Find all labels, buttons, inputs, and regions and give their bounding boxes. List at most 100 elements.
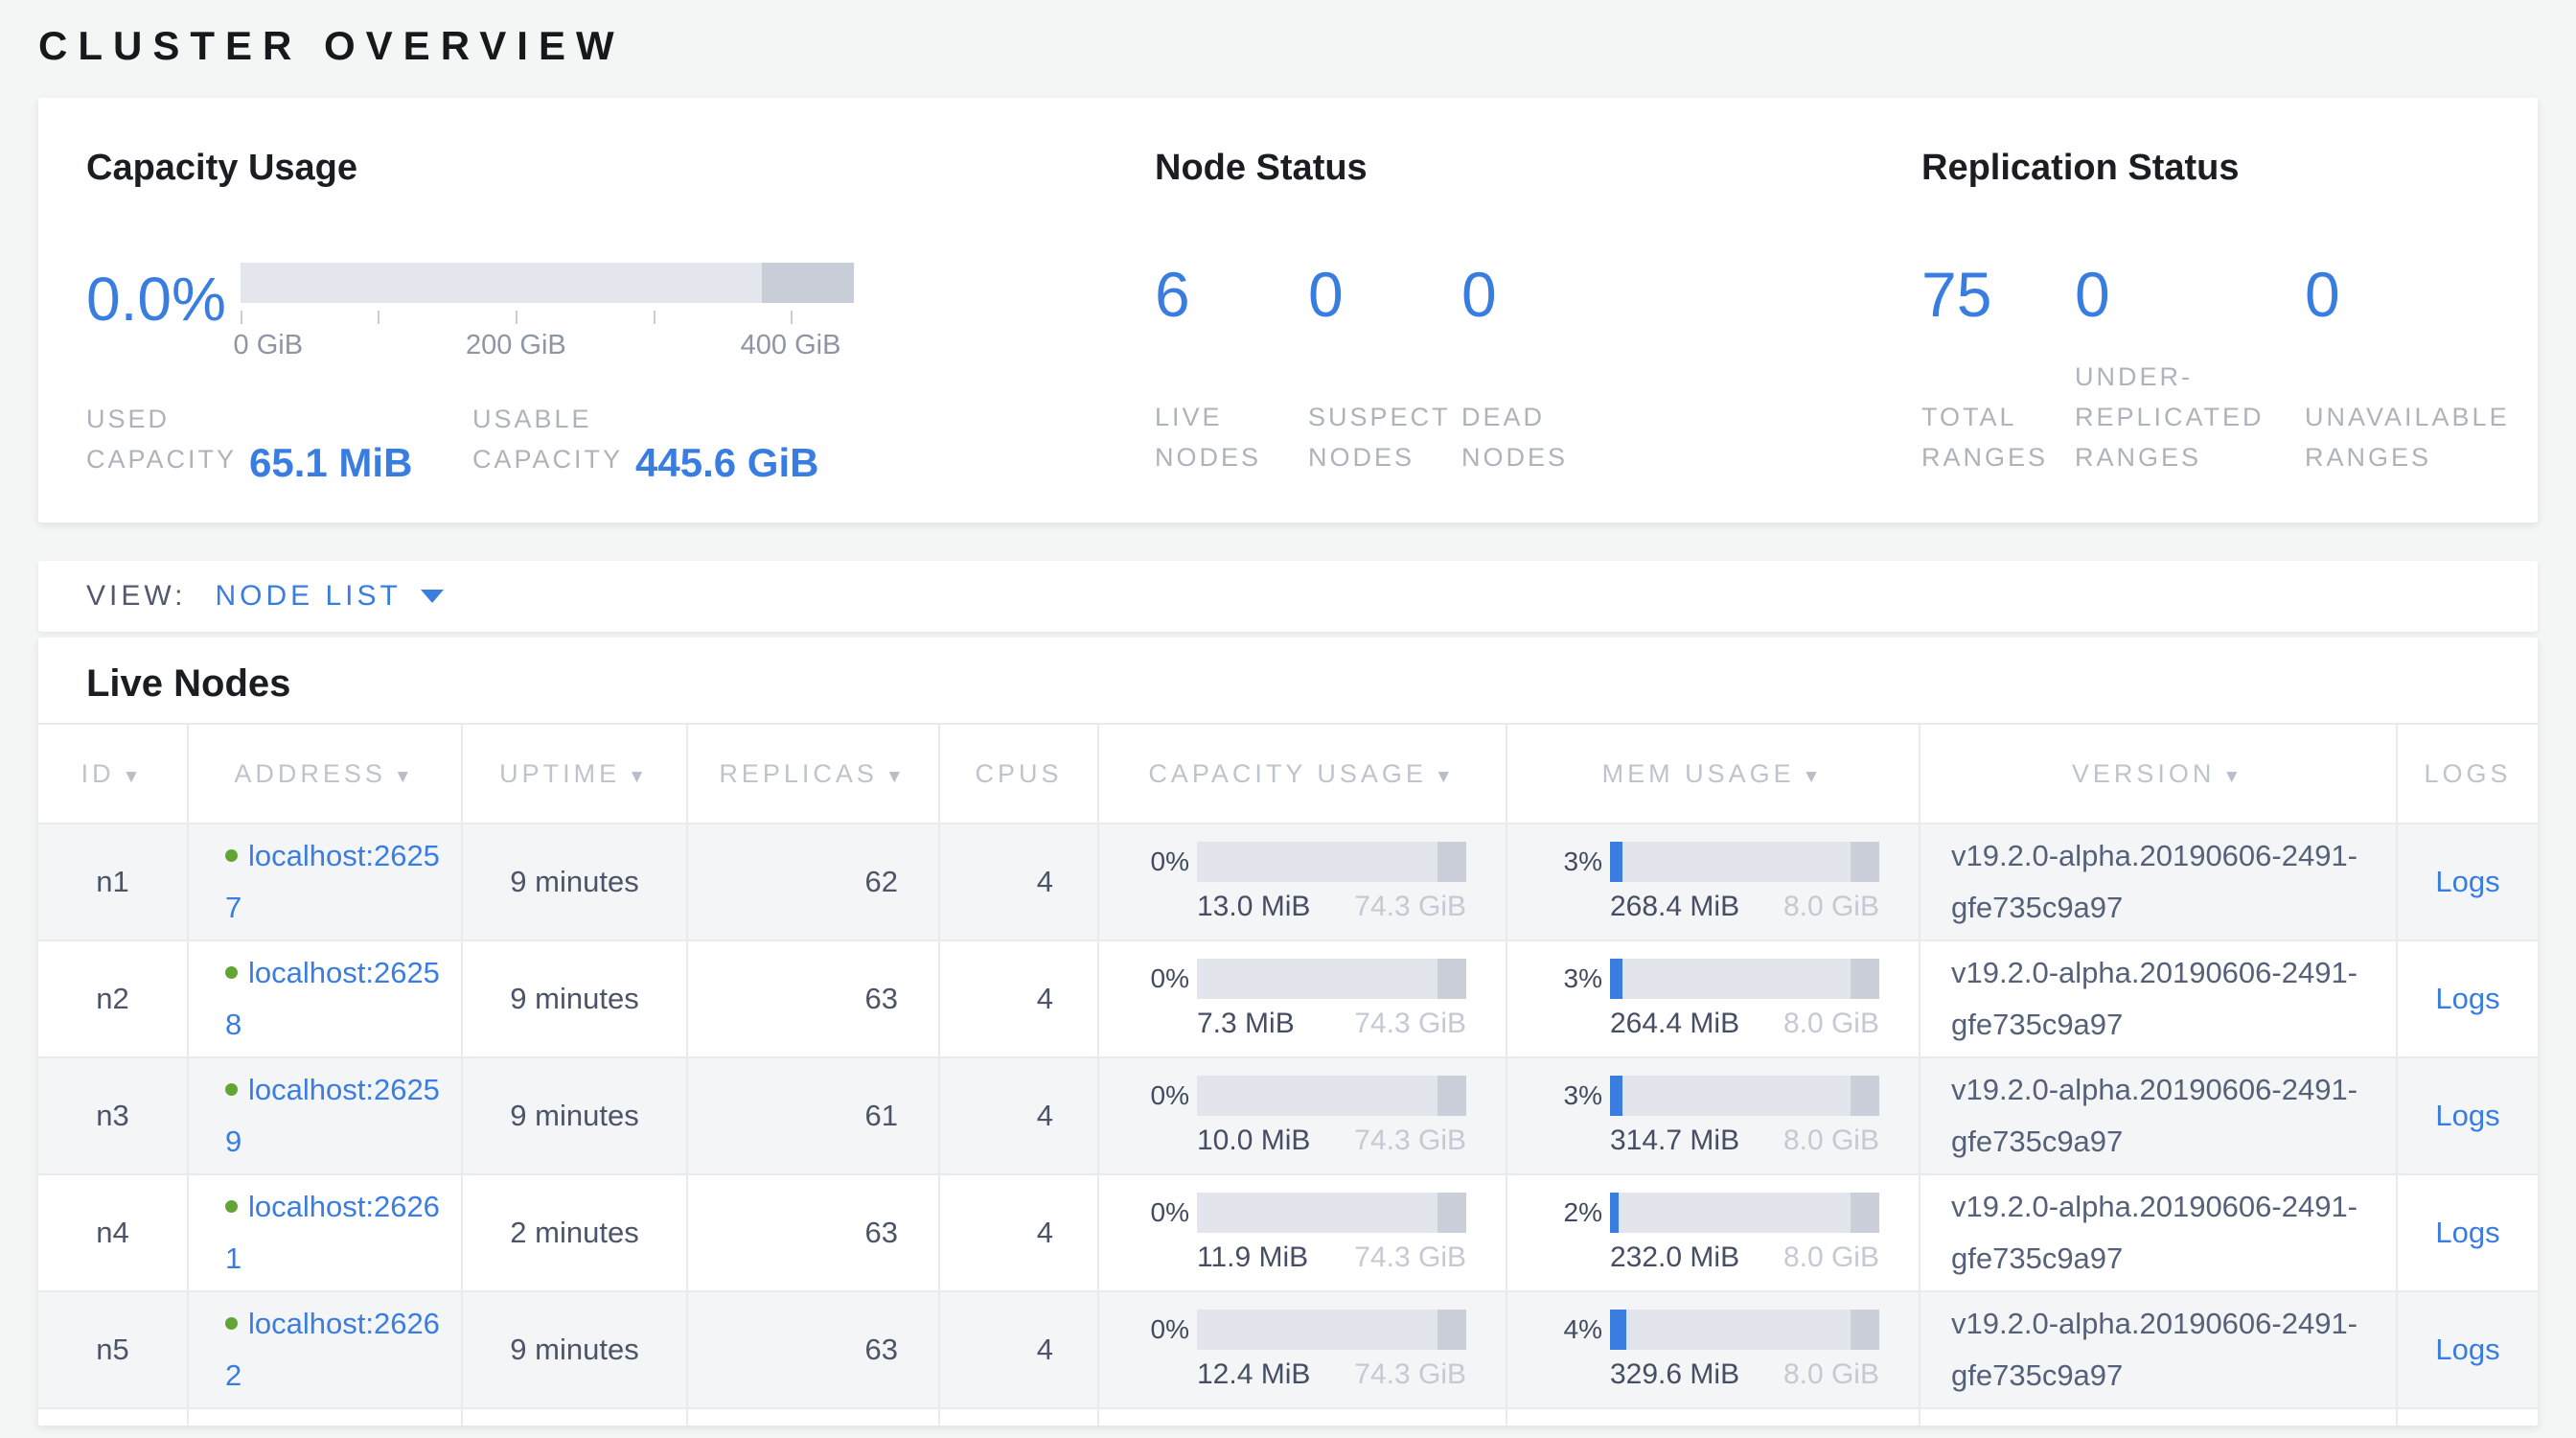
- node-logs-cell: Logs: [2397, 1291, 2538, 1408]
- node-cpus: 4: [939, 1057, 1098, 1174]
- node-cpus: 4: [939, 1291, 1098, 1408]
- node-uptime: 9 minutes: [462, 940, 687, 1057]
- capacity-used-value: 11.9 MiB: [1197, 1241, 1308, 1274]
- node-address-link[interactable]: localhost:26262: [225, 1307, 440, 1392]
- node-cpus: 4: [939, 940, 1098, 1057]
- column-header-version[interactable]: VERSION▼: [1920, 724, 2397, 823]
- node-replicas: 63: [687, 1174, 939, 1291]
- node-id: n4: [38, 1174, 188, 1291]
- capacity-meter-bar: [1197, 842, 1466, 882]
- mem-used-value: 232.0 MiB: [1610, 1241, 1739, 1274]
- mem-usage-cell: 3% 268.4 MiB8.0 GiB: [1506, 823, 1920, 940]
- node-cpus: 4: [939, 823, 1098, 940]
- usable-capacity-value: 445.6 GiB: [635, 443, 818, 483]
- node-logs-cell: Logs: [2397, 1174, 2538, 1291]
- node-logs-cell: Logs: [2397, 940, 2538, 1057]
- capacity-percent-label: 0%: [1151, 1314, 1189, 1345]
- under-replicated-ranges-label: UNDER-REPLICATED RANGES: [2075, 358, 2300, 478]
- capacity-used-value: 12.4 MiB: [1197, 1358, 1310, 1391]
- capacity-usage-cell: 0% 7.3 MiB74.3 GiB: [1098, 940, 1506, 1057]
- logs-link[interactable]: Logs: [2435, 1099, 2499, 1132]
- node-uptime: 9 minutes: [462, 823, 687, 940]
- capacity-total-value: 74.3 GiB: [1354, 1125, 1466, 1157]
- node-uptime: 9 minutes: [462, 1057, 687, 1174]
- logs-link[interactable]: Logs: [2435, 865, 2499, 898]
- page-title: CLUSTER OVERVIEW: [38, 0, 2538, 69]
- node-address-link[interactable]: localhost:26261: [225, 1190, 440, 1275]
- mem-meter-fill: [1610, 842, 1622, 882]
- column-header-id[interactable]: ID▼: [38, 724, 188, 823]
- view-selector-dropdown[interactable]: NODE LIST: [215, 580, 443, 613]
- sort-caret-icon: ▼: [123, 767, 145, 787]
- live-nodes-label: LIVE NODES: [1155, 398, 1308, 478]
- capacity-bar-reserved-segment: [762, 263, 854, 303]
- mem-usage-cell: 2% 232.0 MiB 8.0 GiB: [1506, 1174, 1920, 1291]
- mem-total-value: 8.0 GiB: [1783, 1241, 1879, 1274]
- column-header-capacity-usage[interactable]: CAPACITY USAGE▼: [1098, 724, 1506, 823]
- column-header-replicas[interactable]: REPLICAS▼: [687, 724, 939, 823]
- node-live-dot-icon: [225, 1317, 238, 1330]
- live-nodes-card: Live Nodes ID▼ ADDRESS▼ UPTIME▼ REPLICAS…: [38, 638, 2538, 1426]
- capacity-percent-label: 0%: [1151, 1080, 1189, 1111]
- logs-link[interactable]: Logs: [2435, 1333, 2499, 1366]
- node-version-cell: v19.2.0-alpha.20190606-2491-gfe735c9a97: [1920, 940, 2397, 1057]
- node-version: v19.2.0-alpha.20190606-2491-gfe735c9a97: [1951, 830, 2371, 935]
- view-selected-option: NODE LIST: [215, 580, 401, 613]
- node-address-cell: localhost:26259: [188, 1057, 462, 1174]
- node-uptime: 2 minutes: [462, 1174, 687, 1291]
- axis-label-0: 0 GiB: [234, 330, 304, 361]
- dead-nodes-label: DEAD NODES: [1461, 398, 1615, 478]
- node-id: n5: [38, 1291, 188, 1408]
- node-address-link[interactable]: localhost:26258: [225, 956, 440, 1041]
- node-id: n2: [38, 940, 188, 1057]
- column-header-uptime[interactable]: UPTIME▼: [462, 724, 687, 823]
- capacity-meter-bar: [1197, 959, 1466, 999]
- capacity-usage-cell: 0% 11.9 MiB74.3 GiB: [1098, 1174, 1506, 1291]
- suspect-nodes-label: SUSPECT NODES: [1308, 398, 1461, 478]
- dead-nodes-value: 0: [1461, 263, 1615, 326]
- node-address-cell: localhost:26258: [188, 940, 462, 1057]
- table-row: n1 localhost:26257 9 minutes 62 4 0% 13.…: [38, 823, 2538, 940]
- node-uptime: 9 minutes: [462, 1291, 687, 1408]
- mem-used-value: 314.7 MiB: [1610, 1125, 1739, 1157]
- capacity-usage-cell: 0% 10.0 MiB 74.3 GiB: [1098, 1057, 1506, 1174]
- capacity-axis-labels: 0 GiB 200 GiB 400 GiB: [241, 330, 854, 364]
- mem-percent-label: 2%: [1564, 1197, 1602, 1228]
- logs-link[interactable]: Logs: [2435, 982, 2499, 1015]
- capacity-total-value: 74.3 GiB: [1354, 1008, 1466, 1040]
- live-nodes-value: 6: [1155, 263, 1308, 326]
- replication-status-section: Replication Status 75 TOTAL RANGES 0 UND…: [1921, 98, 2554, 522]
- capacity-usage-heading: Capacity Usage: [86, 148, 357, 189]
- node-replicas: 62: [687, 823, 939, 940]
- capacity-used-value: 10.0 MiB: [1197, 1125, 1310, 1157]
- node-status-stats: 6 LIVE NODES 0 SUSPECT NODES 0 DEAD NODE…: [1155, 263, 1615, 478]
- node-address-link[interactable]: localhost:26257: [225, 839, 440, 924]
- sort-caret-icon: ▼: [628, 767, 650, 787]
- mem-total-value: 8.0 GiB: [1783, 891, 1879, 923]
- axis-label-400: 400 GiB: [741, 330, 841, 361]
- total-ranges-label: TOTAL RANGES: [1921, 398, 2075, 478]
- logs-link[interactable]: Logs: [2435, 1216, 2499, 1249]
- capacity-total-value: 74.3 GiB: [1354, 1358, 1466, 1391]
- capacity-percent: 0.0%: [86, 263, 241, 330]
- suspect-nodes-stat: 0 SUSPECT NODES: [1308, 263, 1461, 478]
- mem-meter-bar: [1610, 1193, 1879, 1233]
- node-version: v19.2.0-alpha.20190606-2491-gfe735c9a97: [1951, 1298, 2371, 1403]
- node-address-link[interactable]: localhost:26259: [225, 1073, 440, 1158]
- mem-meter-fill: [1610, 959, 1622, 999]
- capacity-usage-section: Capacity Usage 0.0% 0 GiB: [86, 98, 1150, 522]
- column-header-mem-usage[interactable]: MEM USAGE▼: [1506, 724, 1920, 823]
- node-version: v19.2.0-alpha.20190606-2491-gfe735c9a97: [1951, 1064, 2371, 1169]
- table-row: n2 localhost:26258 9 minutes 63 4 0% 7.3…: [38, 940, 2538, 1057]
- column-header-address[interactable]: ADDRESS▼: [188, 724, 462, 823]
- mem-used-value: 264.4 MiB: [1610, 1008, 1739, 1040]
- node-id: n3: [38, 1057, 188, 1174]
- node-logs-cell: Logs: [2397, 1057, 2538, 1174]
- node-live-dot-icon: [225, 1200, 238, 1213]
- view-bar: VIEW: NODE LIST: [38, 561, 2538, 632]
- node-version-cell: v19.2.0-alpha.20190606-2491-gfe735c9a97: [1920, 1174, 2397, 1291]
- node-version: v19.2.0-alpha.20190606-2491-gfe735c9a97: [1951, 947, 2371, 1052]
- capacity-percent-label: 0%: [1151, 963, 1189, 994]
- mem-total-value: 8.0 GiB: [1783, 1008, 1879, 1040]
- capacity-meter-bar: [1197, 1310, 1466, 1350]
